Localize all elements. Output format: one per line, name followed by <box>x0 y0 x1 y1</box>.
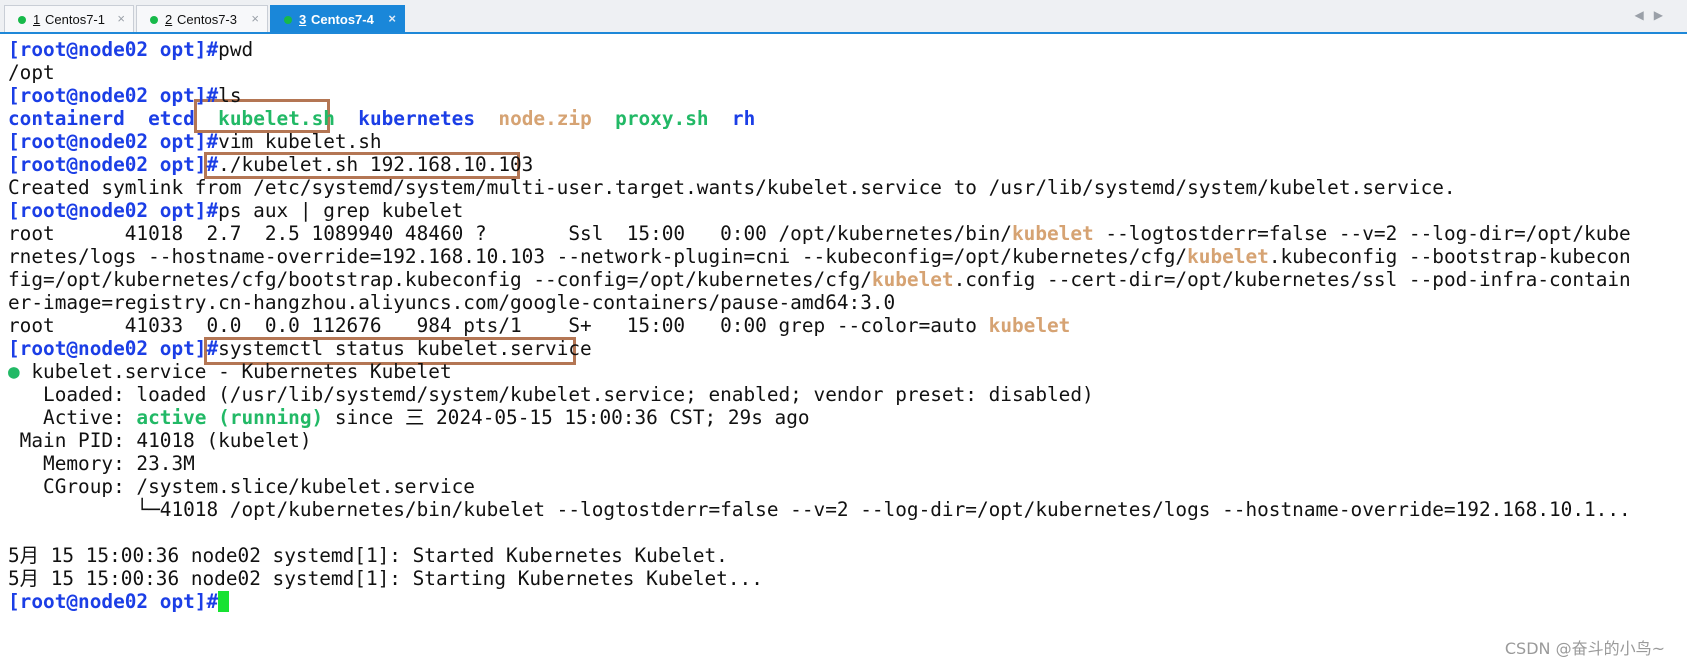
command-text: ls <box>218 84 242 107</box>
shell-prompt: [root@node02 opt]# <box>8 84 219 107</box>
terminal-area[interactable]: [root@node02 opt]#pwd /opt [root@node02 … <box>0 36 1687 667</box>
file-entry: kubelet.sh <box>218 107 335 130</box>
tab-number: 1 <box>33 12 41 27</box>
shell-prompt: [root@node02 opt]# <box>8 590 219 613</box>
grep-match: kubelet <box>871 268 954 291</box>
output-text: └─41018 /opt/kubernetes/bin/kubelet --lo… <box>8 498 1631 521</box>
output-text: rnetes/logs --hostname-override=192.168.… <box>8 245 1188 268</box>
output-text: Main PID: 41018 (kubelet) <box>8 429 312 452</box>
dir-entry: containerd <box>8 107 125 130</box>
shell-prompt: [root@node02 opt]# <box>8 38 219 61</box>
terminal-line: └─41018 /opt/kubernetes/bin/kubelet --lo… <box>8 498 1631 521</box>
output-text: root 41018 2.7 2.5 1089940 48460 ? Ssl 1… <box>8 222 1012 245</box>
watermark: CSDN @奋斗的小鸟~ <box>1504 639 1665 658</box>
tab-centos7-4[interactable]: 3 Centos7-4 × <box>270 5 405 32</box>
close-icon[interactable]: × <box>388 11 396 26</box>
output-text: CGroup: /system.slice/kubelet.service <box>8 475 475 498</box>
shell-prompt: [root@node02 opt]# <box>8 130 219 153</box>
command-text: ps aux | grep kubelet <box>218 199 464 222</box>
terminal-line: /opt <box>8 61 55 84</box>
output-text: root 41033 0.0 0.0 112676 984 pts/1 S+ 1… <box>8 314 989 337</box>
tab-label: Centos7-4 <box>311 12 374 27</box>
ls-output: containerd etcd kubelet.sh kubernetes no… <box>8 107 755 130</box>
chevron-right-icon[interactable]: ▶ <box>1654 8 1673 22</box>
terminal-line: [root@node02 opt]# <box>8 590 230 613</box>
terminal-line: [root@node02 opt]#vim kubelet.sh <box>8 130 382 153</box>
command-text: pwd <box>218 38 254 61</box>
terminal-line: Main PID: 41018 (kubelet) <box>8 429 312 452</box>
terminal-line: Created symlink from /etc/systemd/system… <box>8 176 1456 199</box>
terminal-line: Memory: 23.3M <box>8 452 195 475</box>
terminal-line: [root@node02 opt]#systemctl status kubel… <box>8 337 592 360</box>
tab-label: Centos7-1 <box>45 12 105 27</box>
shell-prompt: [root@node02 opt]# <box>8 337 219 360</box>
output-text: kubelet.service - Kubernetes Kubelet <box>19 360 452 383</box>
file-entry: proxy.sh <box>615 107 709 130</box>
terminal-line: Loaded: loaded (/usr/lib/systemd/system/… <box>8 383 1094 406</box>
chevron-left-icon[interactable]: ◀ <box>1635 8 1654 22</box>
dir-entry: etcd <box>148 107 195 130</box>
terminal-line: er-image=registry.cn-hangzhou.aliyuncs.c… <box>8 291 895 314</box>
terminal-line: [root@node02 opt]#pwd <box>8 38 253 61</box>
file-entry: node.zip <box>498 107 592 130</box>
tab-number: 3 <box>299 12 307 27</box>
terminal-line: [root@node02 opt]#ls <box>8 84 242 107</box>
terminal-line: root 41018 2.7 2.5 1089940 48460 ? Ssl 1… <box>8 222 1631 245</box>
connection-status-dot <box>18 16 26 24</box>
dir-entry: rh <box>731 107 756 130</box>
terminal-line: [root@node02 opt]#./kubelet.sh 192.168.1… <box>8 153 533 176</box>
shell-prompt: [root@node02 opt]# <box>8 153 219 176</box>
tab-scroll-arrows: ◀▶ <box>1635 8 1673 22</box>
output-text: .config --cert-dir=/opt/kubernetes/ssl -… <box>953 268 1631 291</box>
command-text: systemctl status kubelet.service <box>218 337 592 360</box>
grep-match: kubelet <box>988 314 1071 337</box>
output-text: er-image=registry.cn-hangzhou.aliyuncs.c… <box>8 291 896 314</box>
shell-prompt: [root@node02 opt]# <box>8 199 219 222</box>
status-dot-icon: ● <box>8 360 20 383</box>
output-text: --logtostderr=false --v=2 --log-dir=/opt… <box>1093 222 1631 245</box>
terminal-line: CGroup: /system.slice/kubelet.service <box>8 475 475 498</box>
status-active: active (running) <box>136 406 324 429</box>
output-text: Active: <box>8 406 137 429</box>
close-icon[interactable]: × <box>251 11 259 26</box>
connection-status-dot <box>150 16 158 24</box>
tab-centos7-1[interactable]: 1 Centos7-1 × <box>4 5 134 32</box>
terminal-line: [root@node02 opt]#ps aux | grep kubelet <box>8 199 463 222</box>
output-text: fig=/opt/kubernetes/cfg/bootstrap.kubeco… <box>8 268 872 291</box>
tab-label: Centos7-3 <box>177 12 237 27</box>
grep-match: kubelet <box>1187 245 1269 268</box>
terminal-cursor[interactable] <box>218 591 230 612</box>
tab-centos7-3[interactable]: 2 Centos7-3 × <box>136 5 268 32</box>
connection-status-dot <box>284 16 292 24</box>
terminal-line: rnetes/logs --hostname-override=192.168.… <box>8 245 1631 268</box>
output-text: /opt <box>8 61 55 84</box>
close-icon[interactable]: × <box>117 11 125 26</box>
terminal-line: 5月 15 15:00:36 node02 systemd[1]: Starti… <box>8 567 763 590</box>
output-text: Created symlink from /etc/systemd/system… <box>8 176 1456 199</box>
tab-bar: 1 Centos7-1 × 2 Centos7-3 × 3 Centos7-4 … <box>0 0 1687 34</box>
command-text: vim kubelet.sh <box>218 130 382 153</box>
command-text: ./kubelet.sh 192.168.10.103 <box>218 153 534 176</box>
terminal-line: fig=/opt/kubernetes/cfg/bootstrap.kubeco… <box>8 268 1631 291</box>
terminal-line: ● kubelet.service - Kubernetes Kubelet <box>8 360 452 383</box>
dir-entry: kubernetes <box>358 107 476 130</box>
output-text: Loaded: loaded (/usr/lib/systemd/system/… <box>8 383 1094 406</box>
output-text: .kubeconfig --bootstrap-kubecon <box>1268 245 1631 268</box>
output-text: since 三 2024-05-15 15:00:36 CST; 29s ago <box>323 406 810 429</box>
grep-match: kubelet <box>1011 222 1094 245</box>
output-text: 5月 15 15:00:36 node02 systemd[1]: Starti… <box>8 567 763 590</box>
tab-number: 2 <box>165 12 173 27</box>
terminal-line: 5月 15 15:00:36 node02 systemd[1]: Starte… <box>8 544 728 567</box>
terminal-line: Active: active (running) since 三 2024-05… <box>8 406 810 429</box>
terminal-line: root 41033 0.0 0.0 112676 984 pts/1 S+ 1… <box>8 314 1070 337</box>
output-text: 5月 15 15:00:36 node02 systemd[1]: Starte… <box>8 544 728 567</box>
output-text: Memory: 23.3M <box>8 452 195 475</box>
